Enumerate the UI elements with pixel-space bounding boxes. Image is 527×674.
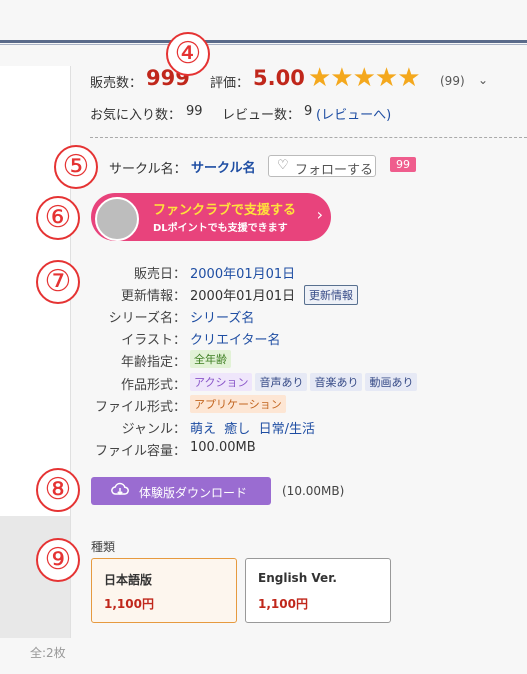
update-info-button[interactable]: 更新情報 bbox=[304, 285, 358, 305]
release-date-link[interactable]: 2000年01月01日 bbox=[190, 263, 295, 282]
age-rating-tag[interactable]: 全年齢 bbox=[190, 350, 231, 368]
favorites-value: 99 bbox=[186, 104, 203, 119]
work-format-tag[interactable]: 動画あり bbox=[365, 373, 418, 391]
genre-link[interactable]: 日常/生活 bbox=[259, 422, 315, 437]
variants-label: 種類 bbox=[91, 540, 116, 554]
reviews-value: 9 bbox=[304, 104, 313, 119]
trial-download-label: 体験版ダウンロード bbox=[139, 486, 248, 500]
rating-label: 評価： bbox=[210, 76, 250, 91]
reviews-link[interactable]: (レビューへ) bbox=[316, 104, 391, 123]
variant-name: 日本語版 bbox=[104, 573, 153, 587]
rating-count: (99) bbox=[440, 74, 465, 88]
cloud-download-icon bbox=[111, 482, 129, 501]
follow-button[interactable]: ♡ フォローする bbox=[268, 155, 376, 178]
variant-card-selected[interactable]: 日本語版 1,100円 bbox=[91, 558, 237, 623]
series-label: シリーズ名： bbox=[108, 311, 186, 326]
series-link[interactable]: シリーズ名 bbox=[190, 307, 254, 326]
trial-download-button[interactable]: 体験版ダウンロード bbox=[91, 477, 271, 505]
circle-label: サークル名： bbox=[109, 162, 187, 177]
annotation-marker-9: ⑨ bbox=[36, 538, 80, 582]
fanclub-title: ファンクラブで支援する bbox=[153, 203, 297, 218]
circle-name-link[interactable]: サークル名 bbox=[191, 157, 256, 176]
genre-link[interactable]: 萌え bbox=[190, 422, 216, 437]
reviews-label: レビュー数： bbox=[222, 108, 301, 123]
header-bar bbox=[0, 40, 527, 43]
file-format-tag[interactable]: アプリケーション bbox=[190, 395, 286, 413]
favorites-label: お気に入り数： bbox=[90, 108, 182, 123]
genre-label: ジャンル： bbox=[121, 422, 186, 437]
rating-stars-icon: ★★★★★ bbox=[308, 63, 421, 93]
annotation-marker-4: ④ bbox=[166, 32, 210, 76]
update-date: 2000年01月01日 bbox=[190, 289, 296, 304]
chevron-down-icon[interactable]: ⌄ bbox=[478, 73, 488, 87]
work-format-tag[interactable]: アクション bbox=[190, 373, 253, 391]
follow-button-label: フォローする bbox=[295, 163, 374, 178]
fanclub-subtitle: DLポイントでも支援できます bbox=[153, 223, 288, 234]
annotation-marker-6: ⑥ bbox=[36, 196, 80, 240]
heart-icon: ♡ bbox=[277, 158, 289, 173]
age-label: 年齢指定： bbox=[120, 355, 186, 370]
chevron-right-icon: › bbox=[316, 205, 323, 224]
work-format-tag[interactable]: 音楽あり bbox=[310, 373, 363, 391]
variant-price: 1,100円 bbox=[104, 597, 154, 611]
avatar bbox=[95, 197, 139, 241]
work-format-tag[interactable]: 音声あり bbox=[255, 373, 308, 391]
illustrator-link[interactable]: クリエイター名 bbox=[190, 329, 280, 348]
update-label: 更新情報： bbox=[120, 289, 186, 304]
file-size-value: 100.00MB bbox=[190, 440, 256, 455]
follower-count-badge: 99 bbox=[390, 157, 416, 172]
sales-label: 販売数： bbox=[90, 76, 143, 91]
rating-value: 5.00 bbox=[253, 66, 305, 90]
annotation-marker-5: ⑤ bbox=[54, 145, 98, 189]
trial-size: (10.00MB) bbox=[282, 484, 345, 498]
illust-label: イラスト： bbox=[121, 333, 186, 348]
header-bar-line bbox=[0, 44, 527, 45]
divider bbox=[90, 137, 527, 138]
page-count: 全:2枚 bbox=[30, 646, 66, 660]
file-size-label: ファイル容量： bbox=[94, 444, 186, 459]
file-format-label: ファイル形式： bbox=[94, 400, 186, 415]
annotation-marker-8: ⑧ bbox=[36, 468, 80, 512]
variant-price: 1,100円 bbox=[258, 597, 308, 611]
variant-card[interactable]: English Ver. 1,100円 bbox=[245, 558, 391, 623]
variant-name: English Ver. bbox=[258, 571, 337, 585]
annotation-marker-7: ⑦ bbox=[36, 260, 80, 304]
genre-link[interactable]: 癒し bbox=[224, 422, 250, 437]
release-label: 販売日： bbox=[133, 267, 186, 282]
fanclub-support-button[interactable]: ファンクラブで支援する DLポイントでも支援できます › bbox=[91, 193, 331, 241]
work-format-label: 作品形式： bbox=[120, 378, 186, 393]
